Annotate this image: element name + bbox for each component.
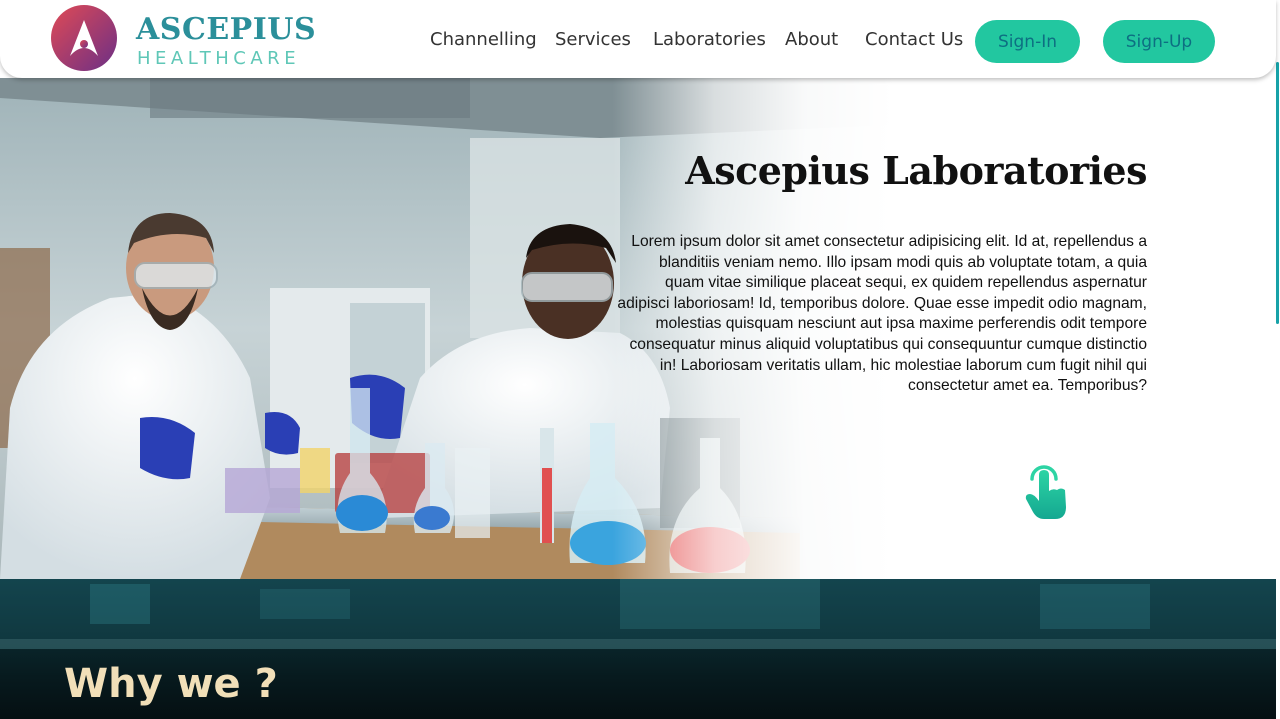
hero-description: Lorem ipsum dolor sit amet consectetur a… [617,233,1147,395]
scrollbar-thumb[interactable] [1276,62,1279,324]
logo[interactable]: ASCEPIUS HEALTHCARE [50,4,316,72]
brand-name: ASCEPIUS [136,12,317,47]
brand-subtitle: HEALTHCARE [137,48,301,69]
why-title: Why we ? [64,661,278,707]
hero-section: Ascepius Laboratories Lorem ipsum dolor … [0,78,1276,579]
why-section: Why we ? [0,579,1276,719]
sign-up-button[interactable]: Sign-Up [1103,20,1215,63]
tap-hand-icon[interactable] [1018,461,1070,521]
sign-in-button[interactable]: Sign-In [975,20,1080,63]
nav-about[interactable]: About [785,29,838,50]
nav-contact-us[interactable]: Contact Us [865,29,963,50]
nav-laboratories[interactable]: Laboratories [653,29,766,50]
site-header: ASCEPIUS HEALTHCARE Channelling Services… [0,0,1276,78]
nav-services[interactable]: Services [555,29,631,50]
nav-channelling[interactable]: Channelling [430,29,537,50]
ascepius-logo-icon [51,5,117,71]
hero-title: Ascepius Laboratories [685,148,1147,193]
